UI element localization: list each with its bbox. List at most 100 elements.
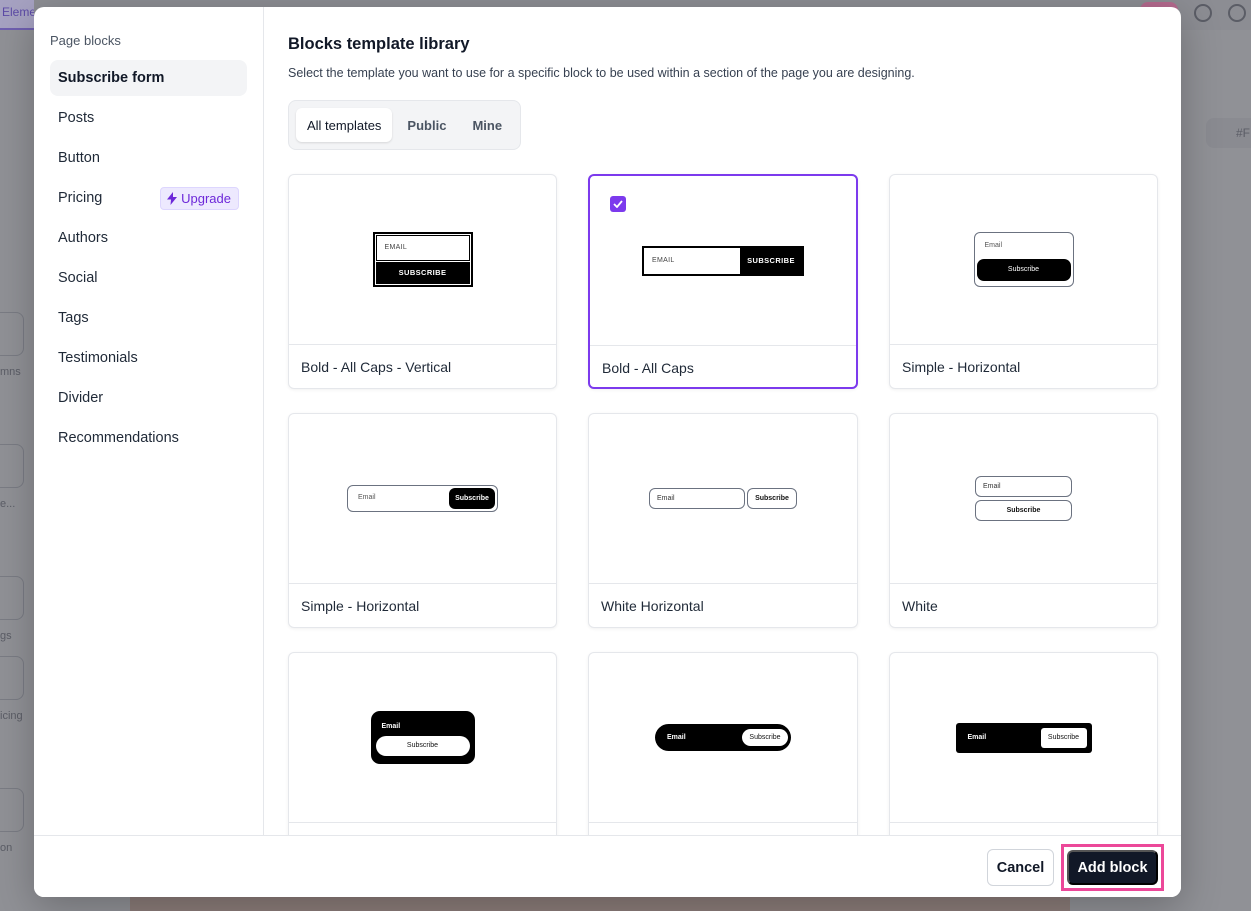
gear-icon (1194, 4, 1212, 22)
template-preview: Email Subscribe (890, 175, 1157, 345)
library-title: Blocks template library (288, 35, 470, 53)
sidebar-item-posts[interactable]: Posts (50, 100, 247, 136)
template-card[interactable]: Email Subscribe (288, 652, 557, 835)
template-card[interactable]: Email Subscribe (889, 652, 1158, 835)
template-name (890, 823, 1157, 835)
template-card-selected[interactable]: EMAIL SUBSCRIBE Bold - All Caps (588, 174, 858, 389)
preview-subscribe-button: Subscribe (742, 729, 788, 746)
sidebar-item-social[interactable]: Social (50, 260, 247, 296)
dollar-icon (0, 656, 24, 700)
preview-subscribe-button: SUBSCRIBE (375, 262, 470, 284)
sidebar-item-authors[interactable]: Authors (50, 220, 247, 256)
check-icon (613, 200, 623, 208)
sidebar-title: Page blocks (50, 33, 121, 48)
selected-checkbox[interactable] (610, 196, 626, 212)
template-preview: EMAIL SUBSCRIBE (590, 176, 856, 346)
sidebar-item-subscribe-form[interactable]: Subscribe form (50, 60, 247, 96)
sidebar-item-testimonials[interactable]: Testimonials (50, 340, 247, 376)
background-left-label: mns (0, 366, 21, 378)
globe-icon (1228, 4, 1246, 22)
preview-subscribe-button: Subscribe (976, 259, 1071, 281)
add-block-highlight: Add block (1061, 844, 1164, 891)
sidebar-item-label: Subscribe form (58, 70, 165, 86)
subscribe-form-preview: Email Subscribe (955, 722, 1092, 753)
sidebar-item-label: Recommendations (58, 430, 179, 446)
preview-email-field: EMAIL (652, 256, 675, 264)
tab-mine[interactable]: Mine (461, 108, 513, 142)
template-name: White Horizontal (601, 598, 704, 614)
template-preview: Email Subscribe (589, 414, 857, 584)
subscribe-form-preview: Email Subscribe (655, 724, 791, 751)
background-tab: Elemen (0, 0, 34, 30)
preview-email-field: Email (667, 734, 686, 741)
preview-email-field: EMAIL (375, 235, 470, 261)
cancel-button[interactable]: Cancel (987, 849, 1054, 886)
subscribe-form-preview: EMAIL SUBSCRIBE (372, 232, 473, 287)
template-filter-tabs: All templates Public Mine (288, 100, 522, 150)
bag-icon (0, 444, 24, 488)
template-name: White (902, 598, 938, 614)
template-name (289, 823, 556, 835)
sidebar-item-recommendations[interactable]: Recommendations (50, 420, 247, 456)
preview-email-field: Email (649, 488, 745, 509)
subscribe-form-preview: EMAIL SUBSCRIBE (642, 245, 804, 276)
sidebar-item-divider[interactable]: Divider (50, 380, 247, 416)
template-preview: Email Subscribe (289, 653, 556, 823)
template-preview: Email Subscribe (289, 414, 556, 584)
tab-all-templates[interactable]: All templates (296, 108, 393, 142)
template-card[interactable]: Email Subscribe Simple - Horizontal (288, 413, 557, 628)
tag-icon (0, 576, 24, 620)
lightning-icon (167, 191, 178, 205)
sidebar-item-label: Button (58, 150, 100, 166)
tab-public[interactable]: Public (396, 108, 457, 142)
modal-footer: Cancel Add block (34, 835, 1181, 897)
template-card[interactable]: Email Subscribe White Horizontal (588, 413, 858, 628)
sidebar-item-label: Tags (58, 310, 89, 326)
preview-subscribe-button: Subscribe (449, 488, 495, 509)
page-blocks-sidebar: Page blocks Subscribe form Posts Button … (34, 7, 264, 835)
template-name: Bold - All Caps - Vertical (301, 359, 452, 375)
template-card[interactable]: Email Subscribe Simple - Horizontal (889, 174, 1158, 389)
preview-email-field: Email (358, 494, 376, 501)
blocks-template-modal: Page blocks Subscribe form Posts Button … (34, 7, 1181, 897)
template-card[interactable]: EMAIL SUBSCRIBE Bold - All Caps - Vertic… (288, 174, 557, 389)
add-block-button[interactable]: Add block (1067, 850, 1158, 885)
bell-icon (0, 788, 24, 832)
subscribe-form-preview: Email Subscribe (370, 711, 475, 764)
template-card[interactable]: Email Subscribe (588, 652, 858, 835)
subscribe-form-preview: Email Subscribe (649, 488, 797, 509)
upgrade-label: Upgrade (181, 190, 231, 206)
upgrade-badge[interactable]: Upgrade (160, 186, 239, 210)
background-left-label: e... (0, 498, 16, 510)
sidebar-item-label: Divider (58, 390, 104, 406)
sidebar-item-tags[interactable]: Tags (50, 300, 247, 336)
sidebar-item-button[interactable]: Button (50, 140, 247, 176)
preview-email-field: Email (975, 476, 1072, 497)
template-card[interactable]: Email Subscribe White (889, 413, 1158, 628)
preview-email-field: Email (381, 723, 401, 730)
template-name: Bold - All Caps (602, 360, 694, 376)
subscribe-form-preview: Email Subscribe (347, 485, 498, 512)
sidebar-item-label: Testimonials (58, 350, 138, 366)
template-name: Simple - Horizontal (902, 359, 1021, 375)
subscribe-form-preview: Email Subscribe (975, 476, 1072, 521)
library-subtitle: Select the template you want to use for … (288, 66, 915, 80)
template-name (589, 823, 857, 835)
sidebar-item-label: Posts (58, 110, 95, 126)
background-color-chip: #F (1206, 118, 1251, 148)
preview-subscribe-button: SUBSCRIBE (740, 247, 802, 274)
sidebar-item-pricing[interactable]: Pricing Upgrade (50, 180, 247, 216)
sidebar-item-label: Social (58, 270, 98, 286)
template-library: Blocks template library Select the templ… (264, 7, 1181, 835)
preview-subscribe-button: Subscribe (747, 488, 797, 509)
template-name: Simple - Horizontal (301, 598, 420, 614)
preview-email-field: Email (967, 734, 987, 741)
preview-email-field: Email (984, 242, 1003, 249)
sidebar-item-label: Authors (58, 230, 108, 246)
template-preview: Email Subscribe (890, 653, 1157, 823)
background-left-label: gs (0, 630, 12, 642)
template-preview: Email Subscribe (589, 653, 857, 823)
background-canvas (130, 897, 1070, 911)
columns-icon (0, 312, 24, 356)
preview-subscribe-button: Subscribe (375, 736, 470, 756)
